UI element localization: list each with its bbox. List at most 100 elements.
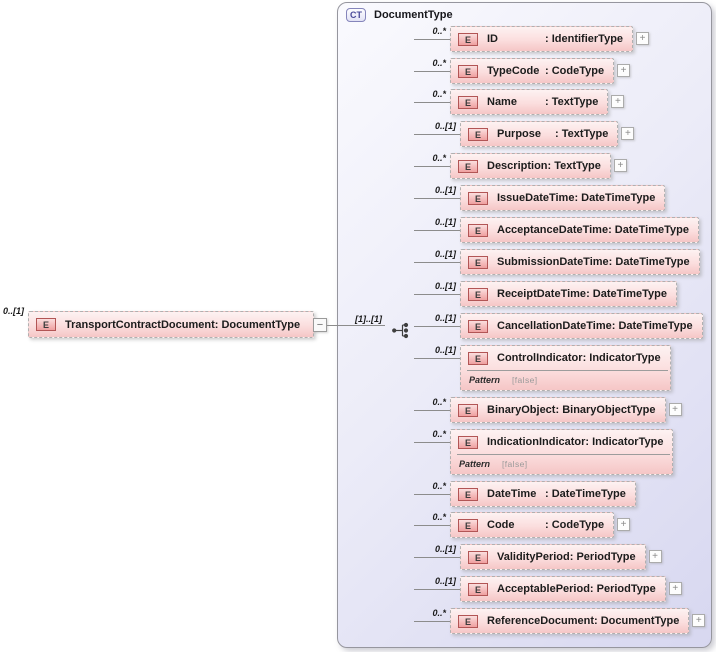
element-box[interactable]: E AcceptanceDateTime : DateTimeType [460, 217, 699, 243]
multiplicity-label: 0..* [432, 512, 446, 522]
connector-line [414, 71, 452, 72]
element-box[interactable]: E BinaryObject : BinaryObjectType [450, 397, 666, 423]
root-element-box[interactable]: E TransportContractDocument : DocumentTy… [28, 311, 314, 338]
element-name: ValidityPeriod [497, 551, 570, 563]
element-row: E Description : TextType + [450, 153, 627, 179]
element-box[interactable]: E TypeCode : CodeType [450, 58, 615, 84]
connector-line [414, 39, 452, 40]
element-row: E AcceptablePeriod : PeriodType + [460, 576, 682, 602]
element-box[interactable]: E IndicationIndicator : IndicatorType Patt… [450, 429, 674, 475]
element-name: ControlIndicator [497, 352, 583, 364]
element-type: : PeriodType [589, 583, 656, 595]
element-row: E Code : CodeType + [450, 512, 631, 538]
element-row: E IssueDateTime : DateTimeType [460, 185, 666, 211]
complex-type-header: CT DocumentType [346, 8, 453, 22]
element-type: : IndicatorType [585, 436, 664, 448]
element-icon: E [468, 255, 488, 269]
multiplicity-label: 0..* [432, 397, 446, 407]
element-icon: E [468, 351, 488, 365]
connector-line [414, 557, 462, 558]
collapse-button[interactable]: − [313, 318, 327, 332]
connector-line [414, 134, 462, 135]
element-row: E TypeCode : CodeType + [450, 58, 631, 84]
multiplicity-label: 0..[1] [434, 345, 456, 355]
element-box[interactable]: E Code : CodeType [450, 512, 615, 538]
multiplicity-label: 0..* [432, 26, 446, 36]
expand-button[interactable]: + [621, 127, 635, 140]
element-box[interactable]: E IssueDateTime : DateTimeType [460, 185, 666, 211]
element-type: : DateTimeType [545, 488, 626, 500]
element-box[interactable]: E ReceiptDateTime : DateTimeType [460, 281, 677, 307]
element-type: : TextType [547, 160, 601, 172]
connector-line [414, 262, 462, 263]
connector-line [414, 621, 452, 622]
element-box[interactable]: E CancellationDateTime : DateTimeType [460, 313, 703, 339]
element-row: E SubmissionDateTime : DateTimeType [460, 249, 700, 275]
element-box[interactable]: E ID : IdentifierType [450, 26, 634, 52]
multiplicity-label: 0..[1] [434, 576, 456, 586]
element-box[interactable]: E ValidityPeriod : PeriodType [460, 544, 646, 570]
schema-diagram: CT DocumentType [1]..[1] 0..[1] E Transp… [0, 0, 716, 652]
pattern-facet-value: [false] [512, 375, 538, 385]
expand-button[interactable]: + [648, 550, 662, 563]
complex-type-badge: CT [346, 8, 366, 22]
element-type: : TextType [545, 96, 599, 108]
expand-button[interactable]: + [692, 614, 706, 627]
element-row: E ReferenceDocument : DocumentType + [450, 608, 706, 634]
element-row: E CancellationDateTime : DateTimeType [460, 313, 703, 339]
connector-line [414, 230, 462, 231]
element-row: E BinaryObject : BinaryObjectType + [450, 397, 682, 423]
expand-button[interactable]: + [611, 95, 625, 108]
element-type: : IdentifierType [545, 33, 624, 45]
expand-button[interactable]: + [668, 582, 682, 595]
root-multiplicity-label: 0..[1] [3, 306, 25, 316]
element-type: : DateTimeType [608, 256, 690, 268]
element-type: : DateTimeType [586, 288, 667, 300]
element-box[interactable]: E ReferenceDocument : DocumentType [450, 608, 690, 634]
element-name: TypeCode [487, 65, 540, 77]
expand-button[interactable]: + [668, 403, 682, 416]
expand-button[interactable]: + [636, 32, 650, 45]
multiplicity-label: 0..[1] [434, 185, 456, 195]
expand-button[interactable]: + [613, 159, 627, 172]
element-row: E ValidityPeriod : PeriodType + [460, 544, 662, 570]
connector-line [414, 358, 462, 359]
multiplicity-label: 0..* [432, 429, 446, 439]
element-icon: E [468, 223, 488, 237]
element-box[interactable]: E DateTime : DateTimeType [450, 481, 636, 507]
element-row: E ControlIndicator : IndicatorType Pattern… [460, 345, 671, 391]
connector-line [414, 198, 462, 199]
element-row: E AcceptanceDateTime : DateTimeType [460, 217, 699, 243]
element-name: CancellationDateTime [497, 320, 612, 332]
root-element-type: : DocumentType [214, 318, 301, 331]
connector-line [414, 494, 452, 495]
multiplicity-label: 0..* [432, 89, 446, 99]
element-icon: E [458, 32, 478, 46]
connector-line [327, 325, 385, 326]
element-box[interactable]: E AcceptablePeriod : PeriodType [460, 576, 666, 602]
element-row: E IndicationIndicator : IndicatorType Patt… [450, 429, 674, 475]
multiplicity-label: 0..* [432, 608, 446, 618]
connector-line [414, 442, 452, 443]
element-box[interactable]: E ControlIndicator : IndicatorType Pattern… [460, 345, 671, 391]
element-box[interactable]: E SubmissionDateTime : DateTimeType [460, 249, 700, 275]
element-name: Code [487, 519, 515, 531]
multiplicity-label: 0..* [432, 481, 446, 491]
element-name: Purpose [497, 128, 542, 140]
element-box[interactable]: E Description : TextType [450, 153, 611, 179]
multiplicity-label: 0..[1] [434, 249, 456, 259]
element-box[interactable]: E Purpose : TextType [460, 121, 619, 147]
facet-row: Pattern [false] [451, 456, 672, 474]
multiplicity-label: 0..[1] [434, 544, 456, 554]
element-icon: E [458, 159, 478, 173]
element-name: ReferenceDocument [487, 615, 594, 627]
element-type: : DateTimeType [611, 320, 693, 332]
element-icon: E [458, 435, 478, 449]
element-box[interactable]: E Name : TextType [450, 89, 609, 115]
element-row: E Name : TextType + [450, 89, 625, 115]
element-type: : TextType [555, 128, 609, 140]
expand-button[interactable]: + [617, 518, 631, 531]
expand-button[interactable]: + [617, 64, 631, 77]
element-icon: E [468, 127, 488, 141]
element-name: IssueDateTime [497, 192, 575, 204]
